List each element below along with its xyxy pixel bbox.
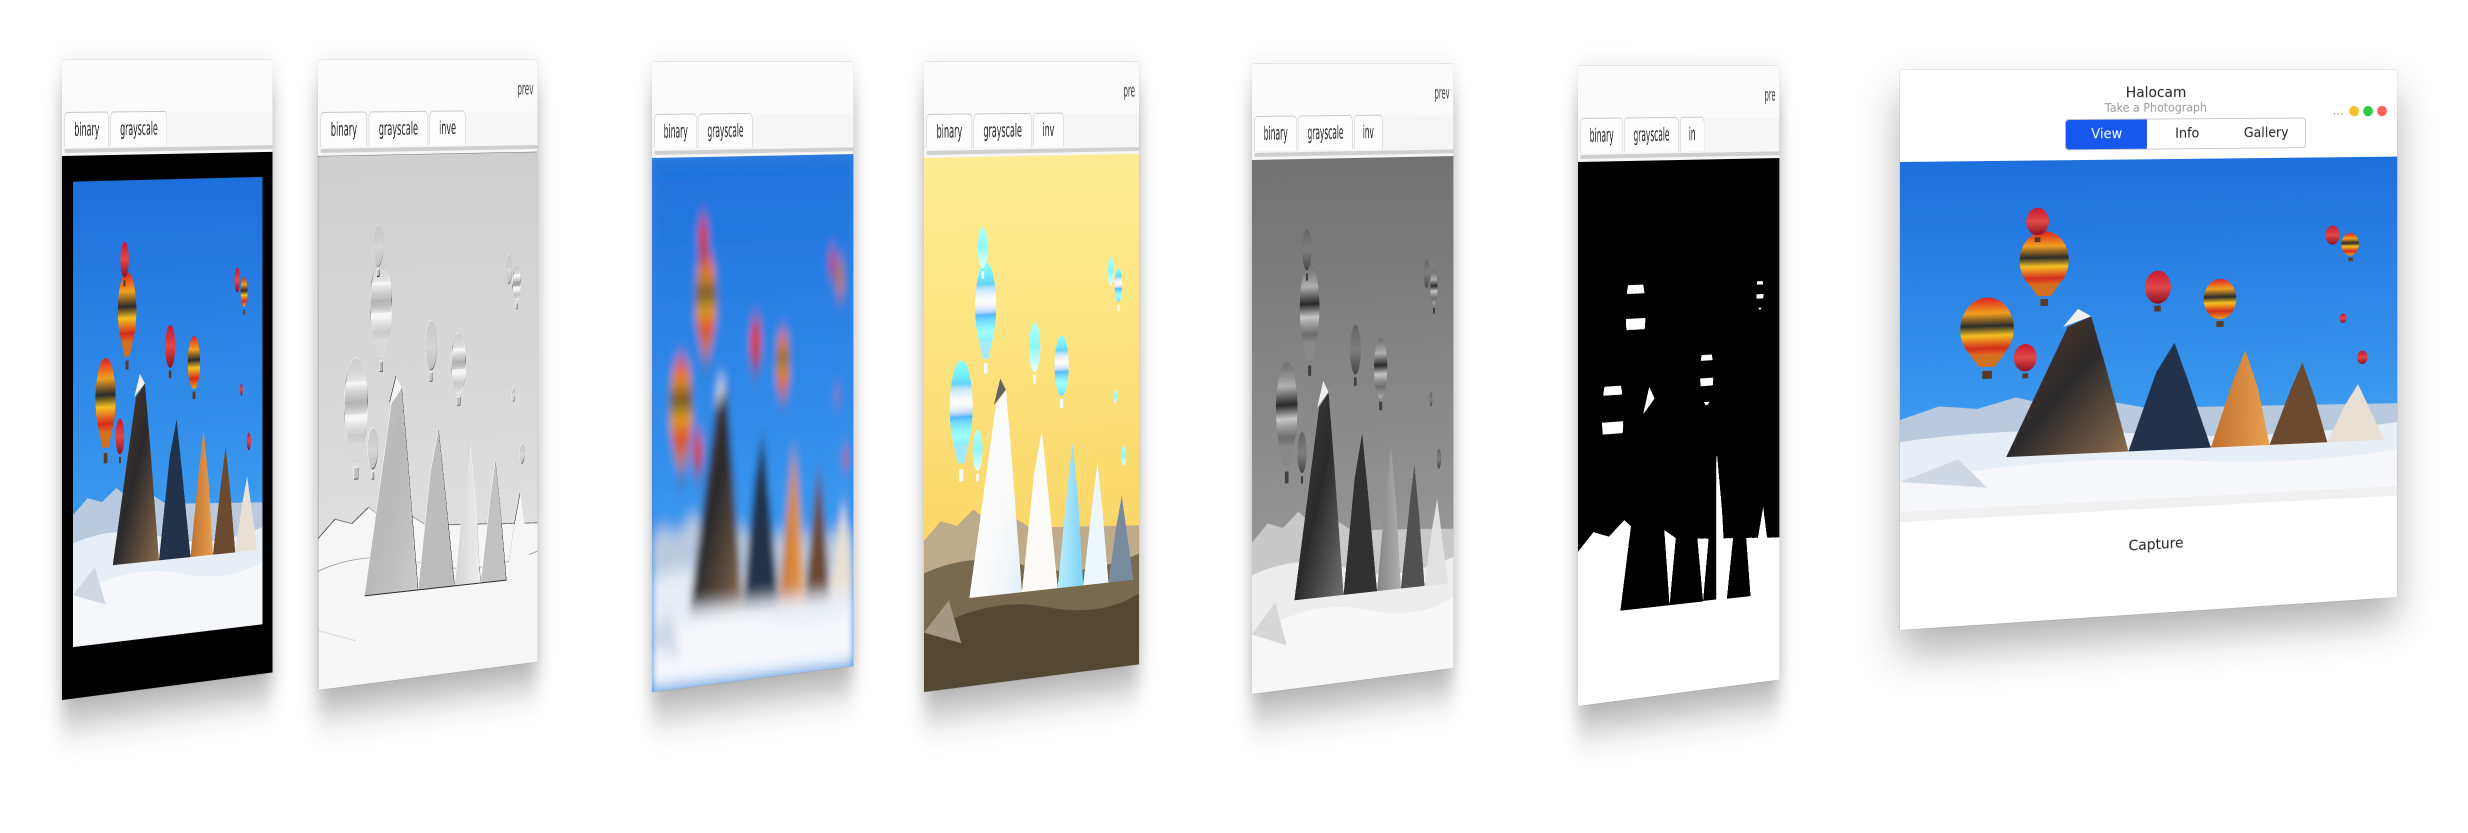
tab-invert[interactable]: inve xyxy=(429,110,466,146)
window-title: pre xyxy=(1764,85,1776,106)
photo-preview xyxy=(318,151,538,690)
segment-gallery[interactable]: Gallery xyxy=(2227,119,2305,148)
effect-tabs: binary grayscale xyxy=(64,110,169,150)
minimize-button[interactable] xyxy=(2349,105,2359,117)
close-button[interactable] xyxy=(2377,105,2387,117)
tab-grayscale[interactable]: grayscale xyxy=(368,110,428,147)
camera-viewfinder xyxy=(1900,156,2398,512)
tab-binary[interactable]: binary xyxy=(926,113,973,149)
more-menu[interactable]: ... xyxy=(2333,104,2343,117)
window-title: prev xyxy=(1434,83,1450,104)
app-title: Halocam xyxy=(2125,83,2187,102)
preview-window-grayscale: prev binary grayscale inv xyxy=(1252,64,1454,694)
window-titlebar: pre xyxy=(1578,66,1780,120)
window-titlebar: pre xyxy=(924,62,1140,116)
photo-preview xyxy=(652,154,854,692)
window-titlebar: prev xyxy=(318,60,538,114)
tab-binary[interactable]: binary xyxy=(320,111,368,147)
tab-grayscale[interactable]: grayscale xyxy=(1624,116,1679,153)
tab-binary[interactable]: binary xyxy=(1254,115,1297,151)
tab-invert[interactable]: inv xyxy=(1033,112,1064,148)
tab-binary[interactable]: binary xyxy=(654,113,697,149)
preview-window-binary: pre binary grayscale in xyxy=(1578,66,1780,706)
window-title: prev xyxy=(517,79,534,100)
tab-grayscale[interactable]: grayscale xyxy=(698,112,753,149)
tab-binary[interactable]: binary xyxy=(64,111,109,147)
halocam-window: Halocam Take a Photograph ... View Info … xyxy=(1900,70,2398,630)
preview-window-invert: pre binary grayscale inv xyxy=(924,62,1140,692)
tab-invert[interactable]: inv xyxy=(1353,114,1383,150)
segment-info[interactable]: Info xyxy=(2147,119,2227,149)
photo-preview xyxy=(924,153,1140,692)
view-segmented-control: View Info Gallery xyxy=(2064,117,2307,151)
effect-tabs: binary grayscale inve xyxy=(320,110,468,150)
zoom-button[interactable] xyxy=(2363,105,2373,117)
window-titlebar xyxy=(62,60,273,114)
tab-grayscale[interactable]: grayscale xyxy=(1298,114,1353,151)
photo-preview xyxy=(1252,156,1454,694)
window-titlebar xyxy=(652,62,854,116)
tab-binary[interactable]: binary xyxy=(1580,117,1623,153)
effect-tabs: binary grayscale inv xyxy=(1254,114,1384,154)
preview-window-emboss: prev binary grayscale inve xyxy=(318,60,538,690)
photo-preview xyxy=(62,151,273,700)
segment-view[interactable]: View xyxy=(2065,119,2148,150)
tab-grayscale[interactable]: grayscale xyxy=(110,110,168,147)
app-subtitle: Take a Photograph xyxy=(2104,100,2207,115)
window-titlebar: prev xyxy=(1252,64,1454,118)
window-title: pre xyxy=(1123,81,1136,102)
photo-preview xyxy=(1578,158,1780,706)
effect-tabs: binary grayscale in xyxy=(1580,116,1705,156)
effect-tabs: binary grayscale xyxy=(654,112,753,152)
preview-window-original: binary grayscale xyxy=(62,60,273,700)
tab-invert[interactable]: in xyxy=(1679,116,1705,152)
preview-window-blur: binary grayscale xyxy=(652,62,854,692)
effect-tabs: binary grayscale inv xyxy=(926,112,1066,151)
stage: binary grayscale prev binary grayscale inve… xyxy=(0,0,2468,833)
tab-grayscale[interactable]: grayscale xyxy=(973,112,1032,149)
capture-button[interactable]: Capture xyxy=(1900,522,2397,568)
